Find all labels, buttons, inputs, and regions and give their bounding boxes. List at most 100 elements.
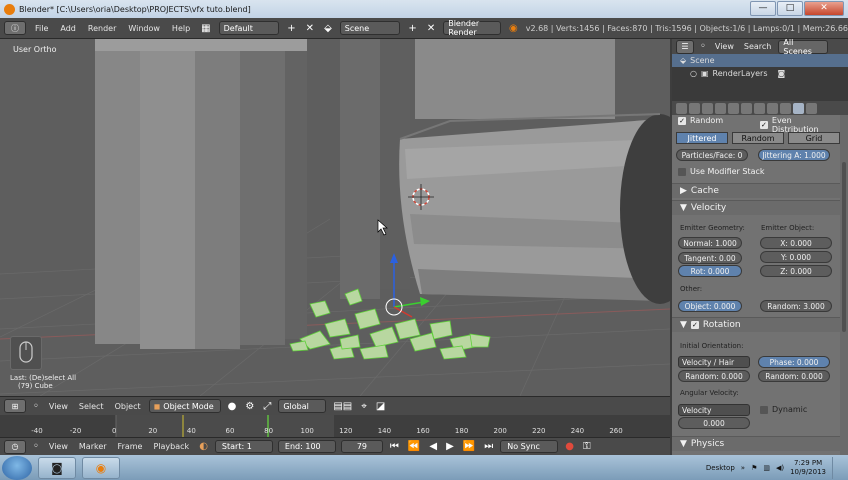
timeline-ruler[interactable]: -40 -20 0 20 40 60 80 100 120 140 160 180 200 220 240 2… (0, 415, 670, 437)
menu-window[interactable]: Window (125, 24, 163, 33)
particles-per-face-field[interactable]: Particles/Face: 0 (676, 149, 748, 161)
rotation-enable-checkbox[interactable]: ✓ (690, 321, 699, 329)
data-tab-icon[interactable] (754, 102, 765, 114)
texture-tab-icon[interactable] (780, 102, 791, 114)
taskbar-app-camera[interactable]: ◙ (38, 456, 76, 479)
timeline-editor-type[interactable]: ◷ (4, 439, 26, 454)
keying-set-icon[interactable]: ⚿ (581, 441, 593, 452)
remove-scene-icon[interactable]: ✕ (425, 23, 437, 34)
end-frame-field[interactable]: End: 100 (277, 440, 336, 453)
angular-velocity-field[interactable]: 0.000 (678, 417, 750, 429)
normal-field[interactable]: Normal: 1.000 (678, 237, 742, 249)
particles-tab-icon[interactable] (793, 102, 804, 114)
rot-field[interactable]: Rot: 0.000 (678, 265, 742, 277)
timeline-collapse-icon[interactable]: ◦ (31, 441, 41, 452)
physics-tab-icon[interactable] (806, 102, 817, 114)
outliner-collapse-icon[interactable]: ◦ (698, 41, 708, 52)
remove-layout-icon[interactable]: ✕ (304, 23, 316, 34)
play-reverse-icon[interactable]: ◀ (427, 441, 439, 452)
object-velocity-field[interactable]: Object: 0.000 (678, 300, 742, 312)
angular-velocity-dropdown[interactable]: Velocity (678, 404, 750, 416)
collapse-menus-icon[interactable]: ◦ (31, 401, 41, 412)
properties-scrollbar-thumb[interactable] (842, 162, 846, 332)
velocity-panel-header[interactable]: ▼ Velocity (672, 200, 840, 215)
object-x-field[interactable]: X: 0.000 (760, 237, 832, 249)
menu-file[interactable]: File (32, 24, 51, 33)
render-tab-icon[interactable] (676, 102, 687, 114)
orientation-type-dropdown[interactable]: Velocity / Hair (678, 356, 750, 368)
start-frame-field[interactable]: Start: 1 (214, 440, 273, 453)
distribution-random[interactable]: Random (732, 132, 784, 144)
camera-icon[interactable]: ◙ (778, 69, 786, 78)
menu-object[interactable]: Object (112, 402, 144, 411)
jittering-amount-field[interactable]: Jittering A: 1.000 (758, 149, 830, 161)
tray-arrow-icon[interactable]: » (741, 464, 745, 472)
outliner-menu-search[interactable]: Search (741, 42, 774, 51)
menu-add[interactable]: Add (57, 24, 79, 33)
menu-select[interactable]: Select (76, 402, 107, 411)
timeline-menu-frame[interactable]: Frame (115, 442, 146, 451)
next-keyframe-icon[interactable]: ⏩ (461, 441, 477, 452)
3d-viewport[interactable]: User Ortho Last: (De)select All (79) Cub… (0, 39, 670, 396)
layers-icon[interactable]: ▤▤ (331, 401, 354, 412)
flag-icon[interactable]: ⚑ (751, 464, 757, 472)
mode-dropdown[interactable]: ◼ Object Mode (148, 399, 221, 413)
render-icon[interactable]: ◪ (374, 401, 387, 412)
random-checkbox-row[interactable]: ✓ Random (678, 116, 723, 125)
taskbar-app-blender[interactable]: ◉ (82, 456, 120, 479)
use-modifier-stack-checkbox[interactable] (678, 167, 686, 176)
close-button[interactable]: ✕ (804, 1, 844, 16)
even-distribution-checkbox[interactable]: ✓ (760, 121, 768, 129)
outliner-row-renderlayers[interactable]: ○ ▣ RenderLayers ◙ (672, 67, 848, 80)
editor-type-button[interactable]: ⓘ (4, 21, 26, 35)
shading-icon[interactable]: ● (226, 401, 239, 412)
timeline-menu-marker[interactable]: Marker (76, 442, 110, 451)
distribution-grid[interactable]: Grid (788, 132, 840, 144)
outliner-editor-type[interactable]: ☰ (676, 39, 694, 54)
navigation-widget[interactable] (10, 336, 42, 370)
menu-render[interactable]: Render (85, 24, 119, 33)
object-z-field[interactable]: Z: 0.000 (760, 265, 832, 277)
pivot-icon[interactable]: ⚙ (243, 401, 256, 412)
clock[interactable]: 7:29 PM 10/9/2013 (790, 459, 826, 477)
maximize-button[interactable]: □ (777, 1, 803, 16)
network-icon[interactable]: ▥ (763, 464, 770, 472)
show-desktop-button[interactable] (832, 457, 842, 479)
outliner-menu-view[interactable]: View (712, 42, 737, 51)
minimize-button[interactable]: — (750, 1, 776, 16)
modifiers-tab-icon[interactable] (741, 102, 752, 114)
prev-keyframe-icon[interactable]: ⏪ (406, 441, 422, 452)
tangent-field[interactable]: Tangent: 0.00 (678, 252, 742, 264)
phase-random-field[interactable]: Random: 0.000 (758, 370, 830, 382)
dynamic-checkbox[interactable] (760, 405, 768, 414)
timeline-menu-playback[interactable]: Playback (150, 442, 192, 451)
sync-dropdown[interactable]: No Sync (500, 440, 559, 453)
physics-panel-header[interactable]: ▼ Physics (672, 436, 840, 451)
scene-field[interactable]: Scene (339, 21, 401, 35)
viewport-editor-type[interactable]: ⊞ (4, 399, 26, 413)
object-tab-icon[interactable] (715, 102, 726, 114)
phase-field[interactable]: Phase: 0.000 (758, 356, 830, 368)
render-engine-dropdown[interactable]: Blender Render (443, 19, 501, 37)
outliner-row-scene[interactable]: ⬙ Scene (672, 54, 848, 67)
screen-layout-field[interactable]: Default (218, 21, 280, 35)
random-checkbox[interactable]: ✓ (678, 116, 686, 125)
rotation-panel-header[interactable]: ▼ ✓ Rotation (672, 317, 840, 332)
scene-icon[interactable]: ⬙ (322, 23, 334, 34)
scene-tab-icon[interactable] (689, 102, 700, 114)
outliner-filter-dropdown[interactable]: All Scenes (778, 39, 829, 56)
desktop-toolbar-label[interactable]: Desktop (706, 464, 735, 472)
manipulator-icon[interactable]: ⤢ (261, 401, 273, 412)
screen-layout-icon[interactable]: ▦ (199, 23, 212, 34)
snap-icon[interactable]: ⌖ (359, 401, 369, 412)
timeline-menu-view[interactable]: View (46, 442, 71, 451)
constraints-tab-icon[interactable] (728, 102, 739, 114)
jump-start-icon[interactable]: ⏮ (388, 441, 401, 452)
jump-end-icon[interactable]: ⏭ (482, 441, 495, 452)
volume-icon[interactable]: ◀) (776, 464, 784, 472)
preview-range-icon[interactable]: ◐ (197, 441, 210, 452)
object-y-field[interactable]: Y: 0.000 (760, 251, 832, 263)
cache-panel-header[interactable]: ▶ Cache (672, 183, 840, 198)
add-layout-icon[interactable]: + (285, 23, 297, 34)
random-velocity-field[interactable]: Random: 3.000 (760, 300, 832, 312)
